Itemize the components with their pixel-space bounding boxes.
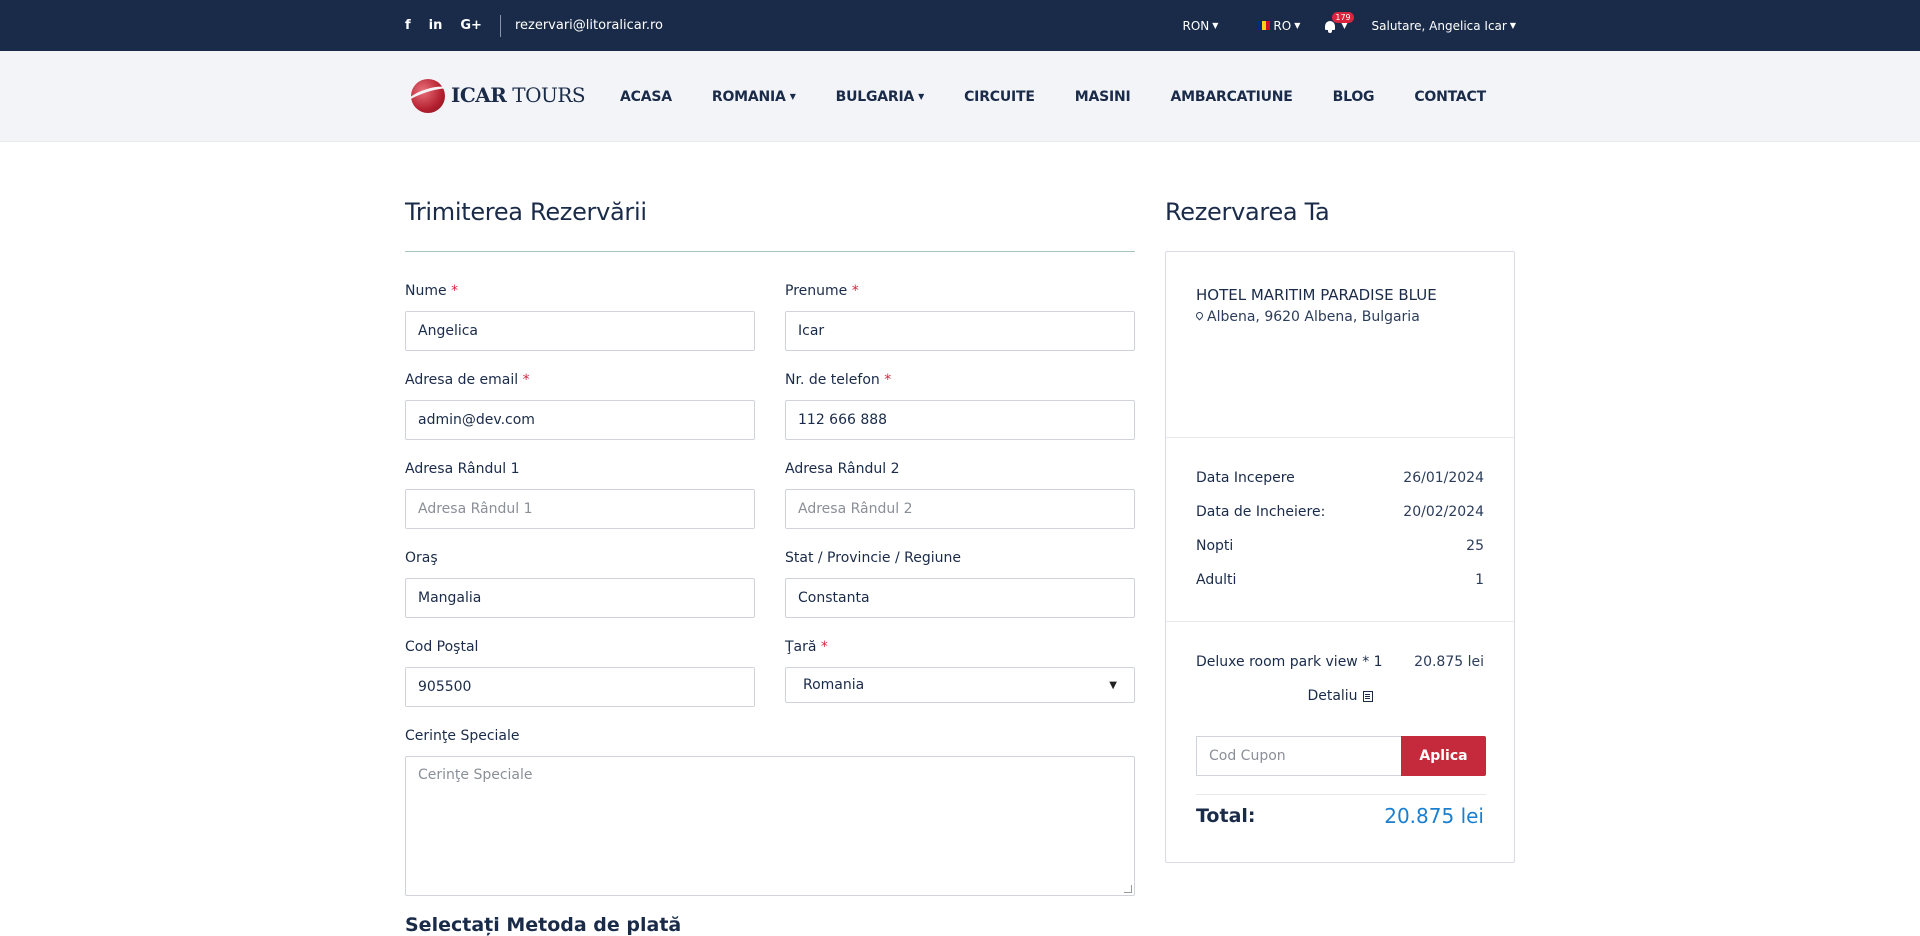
special-requirements-textarea[interactable]: Cerinţe Speciale: [405, 756, 1135, 896]
booking-form-header: Trimiterea Rezervării: [405, 198, 1135, 226]
zip-label: Cod Poştal: [405, 639, 479, 655]
state-input[interactable]: Constanta: [785, 578, 1135, 618]
nume-label: Nume *: [405, 283, 459, 299]
special-requirements-label: Cerinţe Speciale: [405, 728, 520, 744]
nav-item-contact[interactable]: CONTACT: [1414, 89, 1486, 105]
adults-label: Adulti: [1196, 572, 1237, 588]
top-bar: f in G+ rezervari@litoralicar.ro RON ▼ R…: [0, 0, 1920, 51]
nav-item-acasa[interactable]: ACASA: [620, 89, 672, 105]
currency-label: RON: [1182, 18, 1210, 33]
coupon-input[interactable]: Cod Cupon: [1196, 736, 1401, 776]
main-nav: ACASA ROMANIA ▼ BULGARIA ▼ CIRCUITE MASINI…: [620, 51, 1526, 142]
divider: [499, 14, 501, 37]
resize-handle[interactable]: [1124, 885, 1132, 893]
divider: [1166, 437, 1514, 438]
city-label: Oraş: [405, 550, 438, 566]
zip-input[interactable]: 905500: [405, 667, 755, 707]
divider: [1166, 621, 1514, 622]
chevron-down-icon: ▼: [1212, 21, 1219, 30]
email-input[interactable]: admin@dev.com: [405, 400, 755, 440]
notification-badge: 179: [1332, 11, 1354, 23]
room-row: Deluxe room park view * 1 20.875 lei: [1196, 654, 1484, 670]
calendar-icon: [1362, 690, 1373, 702]
logo-icon: [403, 75, 453, 115]
language-label: RO: [1273, 18, 1292, 33]
email-label: Adresa de email *: [405, 372, 530, 388]
end-date-label: Data de Incheiere:: [1196, 504, 1326, 520]
romania-flag-icon: [1258, 21, 1271, 30]
adults-row: Adulti 1: [1196, 572, 1484, 588]
prenume-input[interactable]: Icar: [785, 311, 1135, 351]
room-price: 20.875 lei: [1414, 654, 1484, 670]
nav-item-masini[interactable]: MASINI: [1075, 89, 1131, 105]
logo-text: ICAR TOURS: [451, 83, 586, 107]
city-input[interactable]: Mangalia: [405, 578, 755, 618]
country-select[interactable]: Romania ▼: [785, 667, 1135, 703]
state-label: Stat / Provincie / Regiune: [785, 550, 961, 566]
language-dropdown[interactable]: RO ▼: [1258, 19, 1300, 33]
room-label: Deluxe room park view * 1: [1196, 654, 1383, 670]
country-selected-value: Romania: [803, 677, 865, 693]
coupon-form: Cod Cupon Aplica: [1196, 736, 1486, 776]
hotel-name: HOTEL MARITIM PARADISE BLUE: [1196, 286, 1437, 304]
address1-input[interactable]: Adresa Rândul 1: [405, 489, 755, 529]
nights-label: Nopti: [1196, 538, 1234, 554]
start-date-label: Data Incepere: [1196, 470, 1295, 486]
start-date-row: Data Incepere 26/01/2024: [1196, 470, 1484, 486]
map-marker-icon: [1196, 312, 1203, 322]
title-divider: [405, 251, 1135, 252]
total-value: 20.875 lei: [1384, 804, 1484, 828]
prenume-label: Prenume *: [785, 283, 859, 299]
google-plus-icon[interactable]: G+: [460, 18, 482, 33]
detail-link[interactable]: Detaliu: [1166, 688, 1514, 704]
chevron-down-icon: ▼: [789, 92, 796, 101]
facebook-icon[interactable]: f: [405, 18, 411, 33]
linkedin-icon[interactable]: in: [429, 18, 443, 33]
social-links: f in G+ rezervari@litoralicar.ro: [405, 0, 663, 51]
phone-input[interactable]: 112 666 888: [785, 400, 1135, 440]
chevron-down-icon: ▼: [1294, 21, 1301, 30]
special-requirements-placeholder: Cerinţe Speciale: [418, 767, 533, 783]
nav-item-romania[interactable]: ROMANIA ▼: [712, 89, 796, 105]
contact-email-link[interactable]: rezervari@litoralicar.ro: [515, 18, 663, 33]
logo[interactable]: ICAR TOURS: [403, 75, 586, 115]
bell-icon: 179: [1322, 11, 1354, 33]
user-greeting: Salutare, Angelica Icar: [1371, 18, 1507, 33]
nights-value: 25: [1466, 538, 1484, 554]
payment-method-title: Selectați Metoda de plată: [405, 914, 682, 936]
page-title: Trimiterea Rezervării: [405, 198, 647, 226]
address2-label: Adresa Rândul 2: [785, 461, 900, 477]
divider: [1196, 794, 1486, 795]
notifications-dropdown[interactable]: 179 ▼: [1322, 11, 1354, 33]
nights-row: Nopti 25: [1196, 538, 1484, 554]
apply-coupon-button[interactable]: Aplica: [1401, 736, 1486, 776]
total-label: Total:: [1196, 805, 1256, 827]
booking-summary-card: HOTEL MARITIM PARADISE BLUE Albena, 9620…: [1165, 251, 1515, 863]
nav-item-circuite[interactable]: CIRCUITE: [964, 89, 1035, 105]
nav-item-ambarcatiune[interactable]: AMBARCATIUNE: [1171, 89, 1293, 105]
hotel-address: Albena, 9620 Albena, Bulgaria: [1196, 309, 1420, 325]
currency-dropdown[interactable]: RON ▼: [1182, 19, 1218, 33]
user-menu-dropdown[interactable]: Salutare, Angelica Icar ▼: [1372, 19, 1516, 33]
chevron-down-icon: ▼: [918, 92, 925, 101]
nume-input[interactable]: Angelica: [405, 311, 755, 351]
address1-label: Adresa Rândul 1: [405, 461, 520, 477]
topbar-right: RON ▼ RO ▼ 179 ▼ Salutare, Angelica Icar…: [1142, 0, 1516, 51]
chevron-down-icon: ▼: [1509, 21, 1516, 30]
nav-item-bulgaria[interactable]: BULGARIA ▼: [836, 89, 925, 105]
end-date-row: Data de Incheiere: 20/02/2024: [1196, 504, 1484, 520]
total-row: Total: 20.875 lei: [1196, 804, 1484, 828]
nav-item-blog[interactable]: BLOG: [1333, 89, 1375, 105]
start-date-value: 26/01/2024: [1403, 470, 1484, 486]
adults-value: 1: [1475, 572, 1484, 588]
chevron-down-icon: ▼: [1109, 679, 1117, 691]
main-nav-bar: ICAR TOURS ACASA ROMANIA ▼ BULGARIA ▼ CIRC…: [0, 51, 1920, 142]
booking-summary-title: Rezervarea Ta: [1165, 198, 1330, 226]
phone-label: Nr. de telefon *: [785, 372, 892, 388]
country-label: Ţară *: [785, 639, 828, 655]
address2-input[interactable]: Adresa Rândul 2: [785, 489, 1135, 529]
end-date-value: 20/02/2024: [1403, 504, 1484, 520]
